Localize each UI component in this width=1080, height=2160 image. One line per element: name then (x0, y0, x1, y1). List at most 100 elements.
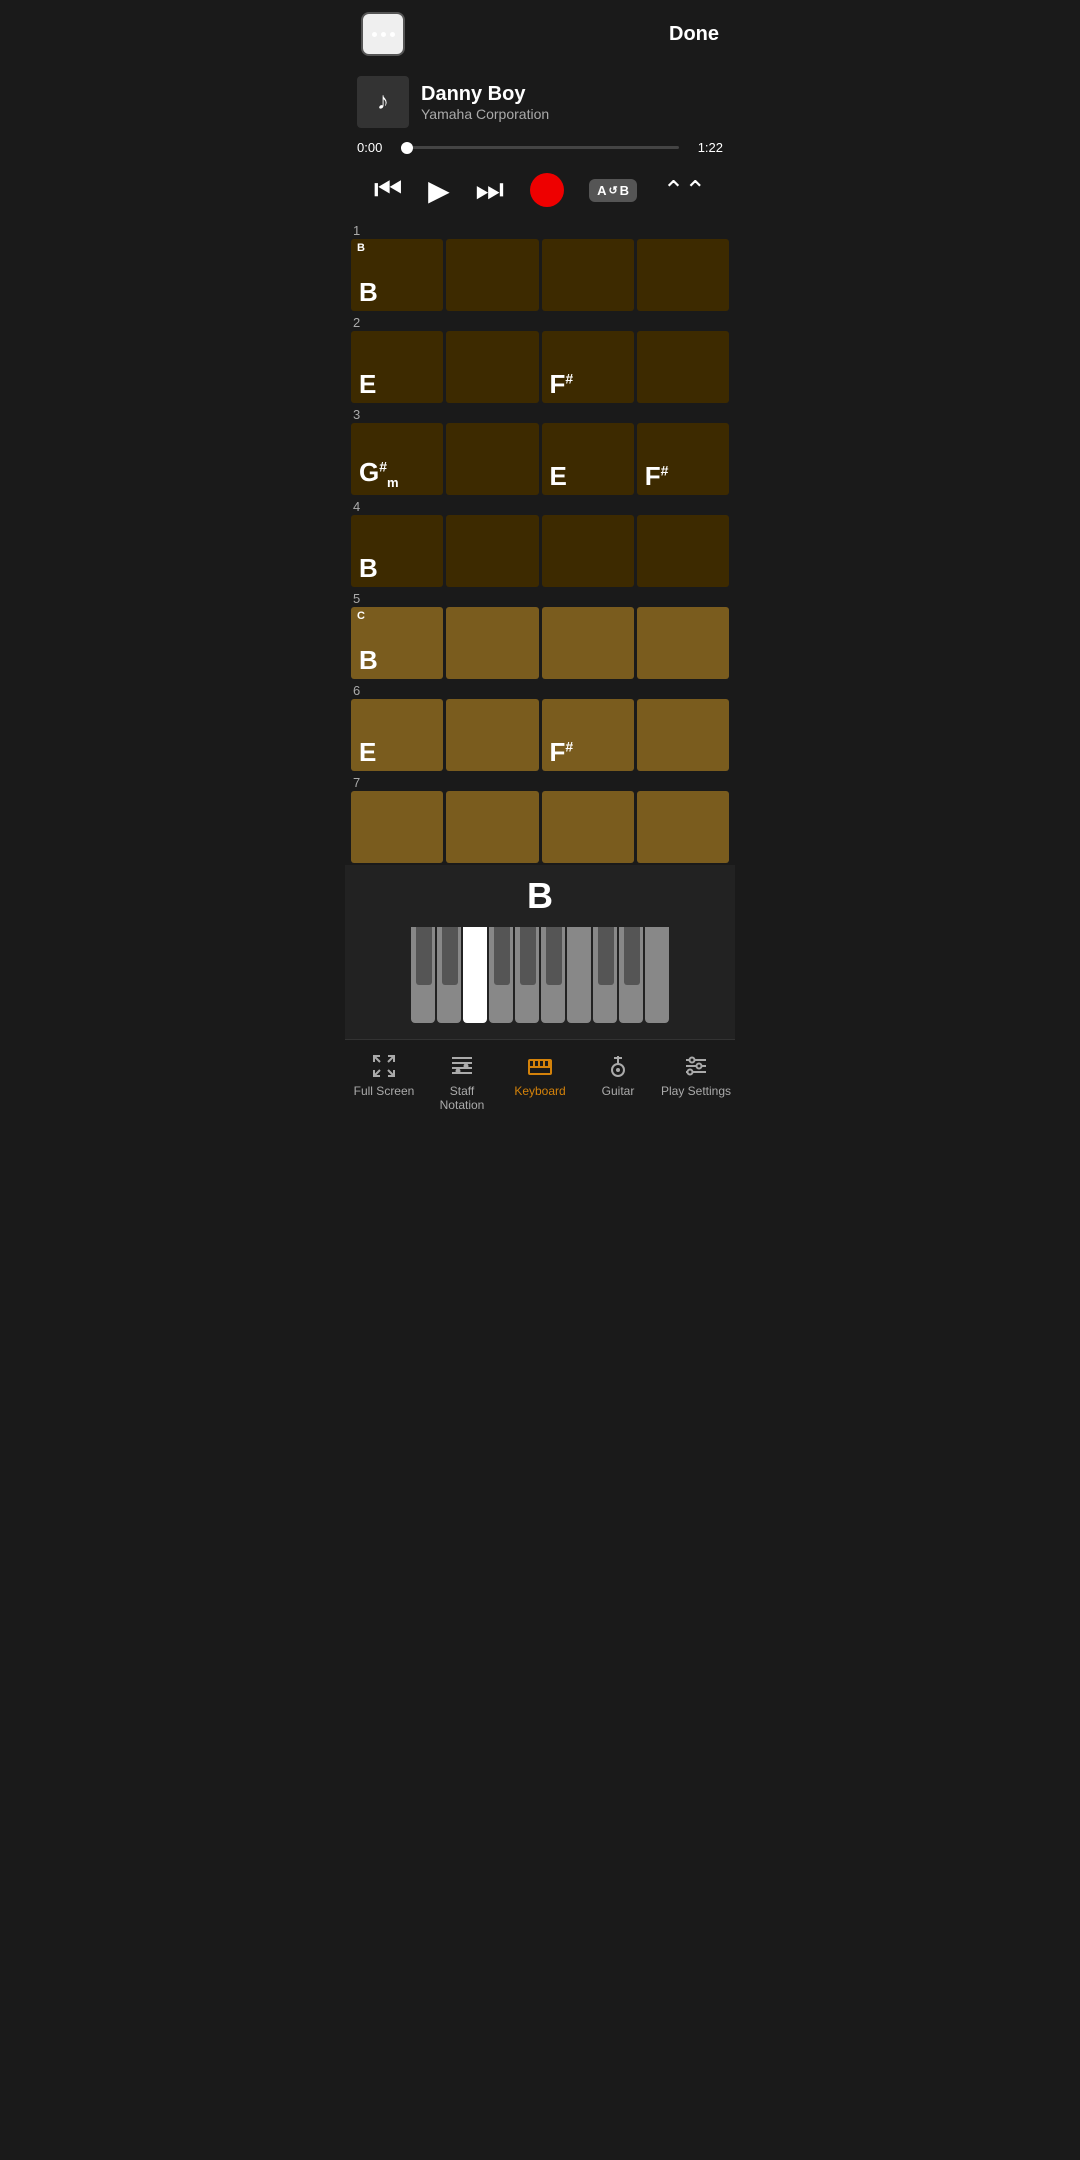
time-total: 1:22 (687, 140, 723, 155)
nav-label-keyboard: Keyboard (514, 1084, 565, 1098)
black-key-1[interactable] (416, 927, 432, 985)
keyboard-diagram (400, 927, 680, 1027)
chord-cell-3-4[interactable]: F# (637, 423, 729, 495)
nav-label-play-settings: Play Settings (661, 1084, 731, 1098)
bar-row-4: 4B (349, 497, 731, 589)
bar-number-4: 4 (349, 497, 731, 515)
guitar-icon (604, 1052, 632, 1080)
bar-cells-1: BB (349, 239, 731, 313)
chord-cell-2-3[interactable]: F# (542, 331, 634, 403)
black-key-3[interactable] (494, 927, 510, 985)
black-key-7[interactable] (624, 927, 640, 985)
chord-label: F# (550, 371, 574, 397)
chord-cell-7-1[interactable] (351, 791, 443, 863)
current-note: B (345, 875, 735, 917)
black-key-6[interactable] (598, 927, 614, 985)
white-key-3-lit[interactable] (463, 927, 487, 1023)
chord-cell-1-2[interactable] (446, 239, 538, 311)
play-settings-icon (682, 1052, 710, 1080)
section-marker: C (357, 610, 365, 622)
chord-label: B (359, 279, 378, 305)
bar-row-7: 7 (349, 773, 731, 865)
bar-row-2: 2 E F# (349, 313, 731, 405)
playback-controls: ⏮ ▶ ⏭ A ↺ B ⌃⌃ (345, 163, 735, 221)
chevron-up-icon: ⌃⌃ (663, 175, 707, 206)
repeat-button[interactable]: ⌃⌃ (663, 175, 707, 206)
menu-button[interactable] (361, 12, 405, 56)
play-button[interactable]: ▶ (428, 174, 450, 207)
keyboard-icon (526, 1052, 554, 1080)
bar-row-5: 5CB (349, 589, 731, 681)
chord-cell-2-4[interactable] (637, 331, 729, 403)
chord-cell-7-3[interactable] (542, 791, 634, 863)
header: Done (345, 0, 735, 68)
ab-label: A (597, 183, 606, 198)
record-dot-icon (530, 173, 564, 207)
ab-loop-icon: ↺ (608, 184, 617, 197)
chord-cell-3-1[interactable]: G#m (351, 423, 443, 495)
chord-cell-1-4[interactable] (637, 239, 729, 311)
ab-repeat-button[interactable]: A ↺ B (589, 179, 637, 202)
chord-label: E (359, 371, 376, 397)
bar-cells-6: E F# (349, 699, 731, 773)
black-key-2[interactable] (442, 927, 458, 985)
record-button[interactable] (530, 173, 564, 207)
song-title: Danny Boy (421, 83, 549, 106)
fullscreen-icon (370, 1052, 398, 1080)
bar-number-6: 6 (349, 681, 731, 699)
nav-item-play-settings[interactable]: Play Settings (657, 1048, 735, 1117)
chord-label: B (359, 647, 378, 673)
chord-cell-4-2[interactable] (446, 515, 538, 587)
progress-thumb[interactable] (401, 142, 413, 154)
chord-cell-5-1[interactable]: CB (351, 607, 443, 679)
bar-number-5: 5 (349, 589, 731, 607)
nav-item-staff[interactable]: StaffNotation (423, 1048, 501, 1117)
play-icon: ▶ (428, 174, 450, 207)
chord-cell-2-2[interactable] (446, 331, 538, 403)
chord-cell-5-3[interactable] (542, 607, 634, 679)
rewind-button[interactable]: ⏮ (374, 171, 403, 209)
chord-grid: 1BB2EF#3G#mEF#4B5CB6EF#7 (345, 221, 735, 865)
dot1 (372, 32, 377, 37)
black-key-4[interactable] (520, 927, 536, 985)
dot2 (381, 32, 386, 37)
chord-cell-1-3[interactable] (542, 239, 634, 311)
bar-row-6: 6 E F# (349, 681, 731, 773)
chord-cell-6-1[interactable]: E (351, 699, 443, 771)
chord-cell-6-2[interactable] (446, 699, 538, 771)
ab-b-label: B (620, 183, 629, 198)
time-current: 0:00 (357, 140, 393, 155)
nav-label-guitar: Guitar (602, 1084, 635, 1098)
rewind-icon: ⏮ (374, 171, 403, 209)
chord-label: E (359, 739, 376, 765)
bar-number-2: 2 (349, 313, 731, 331)
chord-cell-5-4[interactable] (637, 607, 729, 679)
nav-item-guitar[interactable]: Guitar (579, 1048, 657, 1117)
white-key-7[interactable] (567, 927, 591, 1023)
chord-cell-2-1[interactable]: E (351, 331, 443, 403)
nav-item-keyboard[interactable]: Keyboard (501, 1048, 579, 1117)
nav-label-staff: StaffNotation (440, 1084, 485, 1113)
chord-cell-3-2[interactable] (446, 423, 538, 495)
bar-number-3: 3 (349, 405, 731, 423)
chord-cell-5-2[interactable] (446, 607, 538, 679)
white-key-10[interactable] (645, 927, 669, 1023)
progress-track[interactable] (401, 146, 679, 149)
chord-cell-4-1[interactable]: B (351, 515, 443, 587)
staff-notation-icon (448, 1052, 476, 1080)
nav-item-fullscreen[interactable]: Full Screen (345, 1048, 423, 1117)
chord-cell-6-4[interactable] (637, 699, 729, 771)
chord-cell-3-3[interactable]: E (542, 423, 634, 495)
chord-cell-4-4[interactable] (637, 515, 729, 587)
chord-label: E (550, 463, 567, 489)
chord-cell-6-3[interactable]: F# (542, 699, 634, 771)
chord-cell-1-1[interactable]: BB (351, 239, 443, 311)
fast-forward-button[interactable]: ⏭ (475, 171, 504, 209)
bar-cells-4: B (349, 515, 731, 589)
black-key-5[interactable] (546, 927, 562, 985)
chord-cell-7-4[interactable] (637, 791, 729, 863)
done-button[interactable]: Done (669, 23, 719, 46)
chord-cell-4-3[interactable] (542, 515, 634, 587)
dot3 (390, 32, 395, 37)
chord-cell-7-2[interactable] (446, 791, 538, 863)
